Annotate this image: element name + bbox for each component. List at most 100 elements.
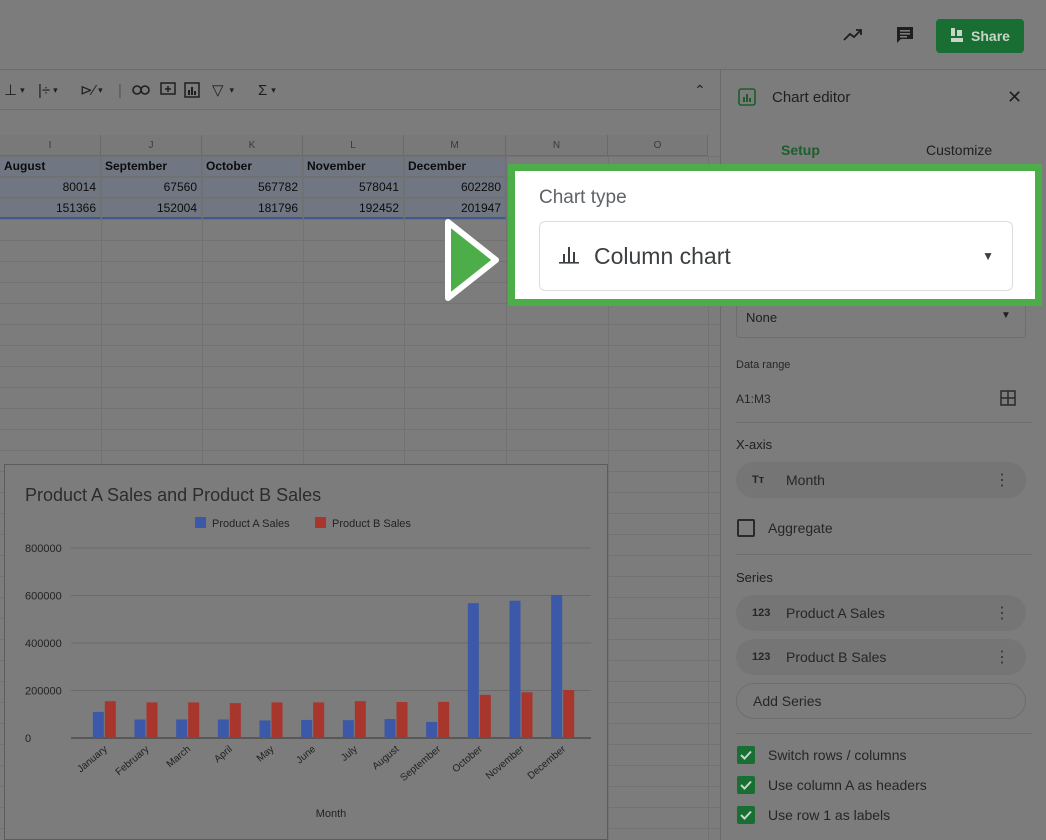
wrap-icon[interactable]: |÷ ▾ (38, 80, 58, 100)
column-chart: 0 200000 400000 600000 800000 Product A Sales… (25, 517, 591, 820)
column-header-k[interactable]: K (202, 135, 303, 156)
x-axis-item: Month (786, 472, 825, 488)
more-options-icon[interactable]: ⋮ (994, 470, 1010, 490)
bar-product-b (188, 702, 200, 738)
legend-swatch (315, 517, 326, 528)
column-header-i[interactable]: I (0, 135, 101, 156)
y-tick-label: 800000 (25, 543, 62, 555)
x-tick-label: June (294, 744, 318, 767)
grid-cell[interactable]: 80014 (0, 177, 101, 198)
chevron-down-icon: ▼ (982, 249, 994, 263)
x-axis-pill[interactable]: Tт Month ⋮ (736, 462, 1026, 498)
bar-product-a (342, 720, 354, 738)
bar-product-a (92, 711, 104, 738)
functions-icon[interactable]: Σ ▾ (258, 80, 276, 100)
grid-cell[interactable]: 578041 (303, 177, 404, 198)
grid-cell[interactable]: December (404, 156, 506, 177)
grid-row-line (0, 429, 720, 430)
chart-container[interactable]: 0 200000 400000 600000 800000 Product A Sales… (4, 464, 608, 840)
filter-icon[interactable]: ▽ ▾ (212, 80, 234, 100)
stacking-value: None (746, 310, 778, 325)
y-tick-label: 600000 (25, 591, 62, 603)
data-range-label: Data range (736, 359, 791, 371)
grid-cell[interactable]: 567782 (202, 177, 303, 198)
column-header-n[interactable]: N (506, 135, 608, 156)
pointer-arrow-icon (444, 218, 502, 307)
rotate-icon[interactable]: ⊳⁄ ▾ (80, 80, 103, 100)
top-bar: Share (0, 0, 1046, 70)
y-tick-label: 400000 (25, 638, 62, 650)
aggregate-checkbox[interactable] (737, 519, 755, 537)
x-tick-label: November (484, 743, 527, 782)
bar-product-a (134, 719, 146, 738)
chart-type-callout: Chart type Column chart ▼ (508, 164, 1042, 306)
collapse-icon[interactable]: ⌃ (694, 80, 706, 100)
share-lock-icon (950, 27, 964, 46)
grid-row-line (0, 408, 720, 409)
share-button[interactable]: Share (936, 19, 1024, 53)
number-type-icon: 123 (752, 651, 771, 663)
check-icon (740, 750, 752, 760)
x-tick-label: December (526, 743, 569, 782)
x-tick-label: April (212, 744, 234, 765)
grid-row-line (0, 324, 720, 325)
more-options-icon[interactable]: ⋮ (994, 603, 1010, 623)
grid-row-line (0, 156, 720, 157)
use-column-a-checkbox[interactable] (737, 776, 755, 794)
comment-add-icon[interactable] (160, 80, 176, 100)
column-header-j[interactable]: J (101, 135, 202, 156)
chart-type-dropdown[interactable]: Column chart ▼ (539, 221, 1013, 291)
grid-row-line (0, 366, 720, 367)
x-tick-label: October (450, 743, 485, 775)
valign-icon[interactable]: ⊥ ▾ (4, 80, 25, 100)
series-item-b: Product B Sales (786, 649, 887, 665)
x-tick-label: May (255, 744, 277, 765)
data-range-value[interactable]: A1:M3 (736, 392, 771, 406)
x-tick-label: September (399, 743, 444, 783)
bar-product-b (146, 702, 158, 738)
close-icon[interactable]: ✕ (1007, 87, 1022, 108)
grid-cell[interactable]: 192452 (303, 198, 404, 219)
series-pill-product-b[interactable]: 123 Product B Sales ⋮ (736, 639, 1026, 675)
link-icon[interactable] (132, 80, 150, 100)
column-header-m[interactable]: M (404, 135, 506, 156)
bar-product-a (551, 594, 563, 738)
chart-type-label: Chart type (539, 187, 627, 208)
grid-cell[interactable]: 181796 (202, 198, 303, 219)
column-header-o[interactable]: O (608, 135, 708, 156)
grid-cell[interactable]: 67560 (101, 177, 202, 198)
divider (736, 733, 1032, 734)
bar-product-b (354, 701, 366, 738)
x-axis-heading: X-axis (736, 437, 773, 452)
chart-icon[interactable] (184, 80, 200, 100)
grid-cell[interactable]: October (202, 156, 303, 177)
legend-label: Product A Sales (212, 518, 290, 530)
series-pill-product-a[interactable]: 123 Product A Sales ⋮ (736, 595, 1026, 631)
text-type-icon: Tт (752, 474, 765, 486)
grid-cell[interactable]: 201947 (404, 198, 506, 219)
column-header-l[interactable]: L (303, 135, 404, 156)
bar-product-b (521, 692, 533, 738)
grid-select-icon[interactable] (1000, 390, 1016, 411)
x-tick-label: January (75, 744, 109, 775)
grid-cell[interactable]: August (0, 156, 101, 177)
grid-cell[interactable]: 602280 (404, 177, 506, 198)
switch-rows-checkbox[interactable] (737, 746, 755, 764)
grid-cell[interactable]: November (303, 156, 404, 177)
grid-cell[interactable]: September (101, 156, 202, 177)
bar-product-a (426, 721, 438, 738)
bar-product-a (176, 719, 188, 738)
chart-editor-title: Chart editor (772, 89, 851, 106)
tab-setup[interactable]: Setup (781, 142, 820, 158)
add-series-button[interactable]: Add Series (736, 683, 1026, 719)
grid-cell[interactable]: 151366 (0, 198, 101, 219)
use-row-1-checkbox[interactable] (737, 806, 755, 824)
x-tick-label: February (114, 744, 152, 778)
bar-product-b (396, 702, 408, 738)
comment-icon[interactable] (892, 22, 918, 48)
grid-cell[interactable]: 152004 (101, 198, 202, 219)
bar-product-a (509, 600, 521, 738)
tab-customize[interactable]: Customize (926, 142, 992, 158)
trend-icon[interactable] (840, 22, 866, 48)
more-options-icon[interactable]: ⋮ (994, 647, 1010, 667)
